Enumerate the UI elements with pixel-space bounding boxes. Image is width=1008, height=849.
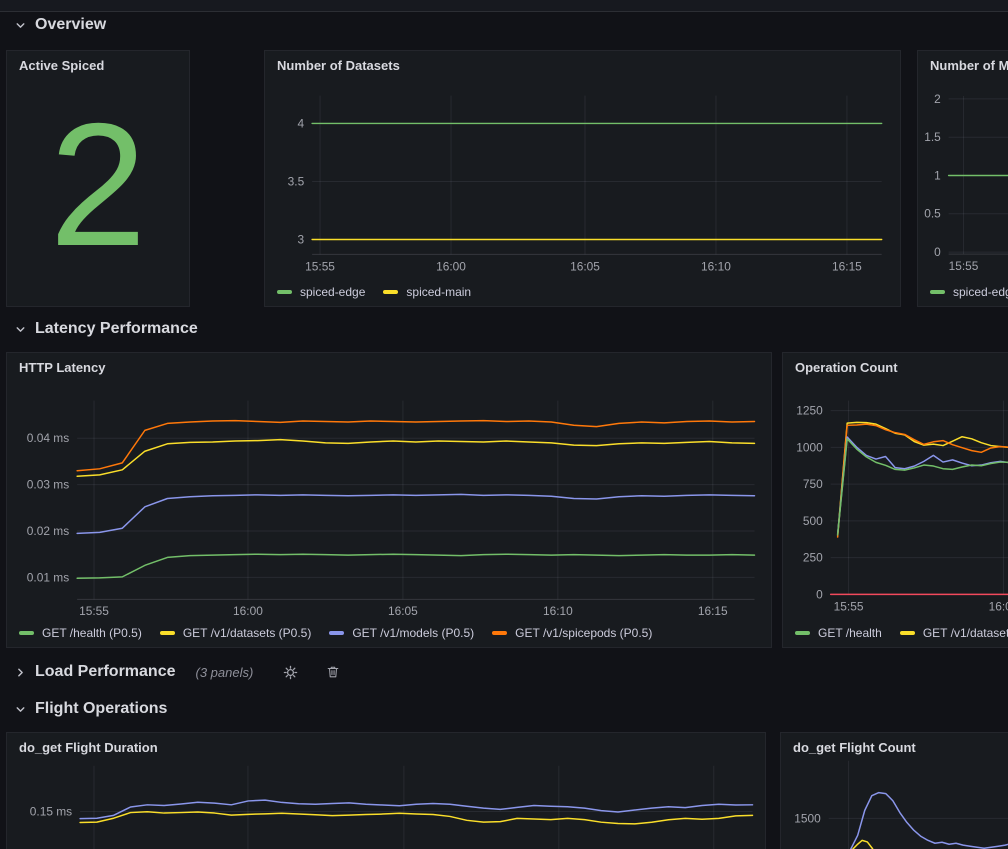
svg-text:0.03 ms: 0.03 ms xyxy=(27,478,69,492)
panel-active-spiced: Active Spiced 2 xyxy=(6,50,190,307)
svg-text:16:00: 16:00 xyxy=(233,604,263,618)
svg-text:0: 0 xyxy=(934,245,941,259)
legend-item[interactable]: spiced-edge xyxy=(930,285,1008,299)
panel-title[interactable]: Number of Models xyxy=(930,58,1008,73)
legend-item[interactable]: spiced-main xyxy=(383,285,471,299)
series-color-swatch xyxy=(329,631,344,635)
gear-icon[interactable] xyxy=(283,665,298,680)
legend-item[interactable]: spiced-edge xyxy=(277,285,365,299)
svg-text:0.5: 0.5 xyxy=(924,207,941,221)
panel-operation-count: Operation Count 12501000750500250015:551… xyxy=(782,352,1008,648)
stat-value: 2 xyxy=(7,65,189,306)
svg-text:0: 0 xyxy=(816,587,823,601)
svg-text:0.01 ms: 0.01 ms xyxy=(27,570,69,584)
panel-title[interactable]: Active Spiced xyxy=(19,58,104,73)
panel-do-get-flight-duration: do_get Flight Duration 0.15 ms xyxy=(6,732,766,849)
svg-text:16:10: 16:10 xyxy=(543,604,573,618)
legend: GET /health GET /v1/datasets xyxy=(795,626,1008,640)
series-color-swatch xyxy=(492,631,507,635)
svg-text:1.5: 1.5 xyxy=(924,130,941,144)
section-label: Load Performance xyxy=(35,663,175,681)
svg-text:3: 3 xyxy=(298,232,305,246)
http-latency-chart[interactable]: 0.04 ms 0.03 ms 0.02 ms 0.01 ms 15:55 16:00 16… xyxy=(7,353,771,647)
chevron-down-icon xyxy=(14,19,27,32)
svg-text:3.5: 3.5 xyxy=(288,174,305,188)
section-label: Latency Performance xyxy=(35,320,198,338)
svg-text:1: 1 xyxy=(934,168,941,182)
grafana-dashboard: Overview Active Spiced 2 Number of Datas… xyxy=(0,0,1008,849)
number-of-models-chart[interactable]: 2 1.5 1 0.5 0 15:55 xyxy=(918,51,1008,306)
panel-title[interactable]: Operation Count xyxy=(795,360,898,375)
svg-text:2: 2 xyxy=(934,92,941,106)
svg-text:500: 500 xyxy=(803,514,823,528)
svg-text:15:55: 15:55 xyxy=(834,599,864,613)
svg-text:16:10: 16:10 xyxy=(701,259,731,273)
operation-count-chart[interactable]: 1250 1000 750 500 250 0 15:55 16:00 xyxy=(783,353,1008,647)
series-color-swatch xyxy=(900,631,915,635)
section-overview[interactable]: Overview xyxy=(14,16,106,34)
svg-text:15:55: 15:55 xyxy=(79,604,109,618)
svg-text:1500: 1500 xyxy=(794,811,821,825)
section-label: Flight Operations xyxy=(35,700,167,718)
panel-title[interactable]: HTTP Latency xyxy=(19,360,105,375)
svg-text:0.15 ms: 0.15 ms xyxy=(30,804,72,818)
svg-text:16:05: 16:05 xyxy=(570,259,600,273)
series-color-swatch xyxy=(19,631,34,635)
section-latency-performance[interactable]: Latency Performance xyxy=(14,320,198,338)
legend-item[interactable]: GET /v1/spicepods (P0.5) xyxy=(492,626,652,640)
section-load-performance[interactable]: Load Performance (3 panels) xyxy=(14,663,340,681)
svg-text:16:15: 16:15 xyxy=(832,259,862,273)
svg-text:1250: 1250 xyxy=(796,404,823,418)
legend-item[interactable]: GET /v1/datasets (P0.5) xyxy=(160,626,312,640)
chevron-right-icon xyxy=(14,666,27,679)
legend-item[interactable]: GET /v1/models (P0.5) xyxy=(329,626,474,640)
panel-do-get-flight-count: do_get Flight Count 1500 xyxy=(780,732,1008,849)
legend-item[interactable]: GET /v1/datasets xyxy=(900,626,1008,640)
panel-title[interactable]: do_get Flight Duration xyxy=(19,740,158,755)
legend: GET /health (P0.5) GET /v1/datasets (P0.5… xyxy=(19,626,652,640)
svg-text:4: 4 xyxy=(298,116,305,130)
chevron-down-icon xyxy=(14,703,27,716)
legend-item[interactable]: GET /health (P0.5) xyxy=(19,626,142,640)
svg-text:16:00: 16:00 xyxy=(989,599,1008,613)
svg-text:750: 750 xyxy=(803,477,823,491)
svg-text:1000: 1000 xyxy=(796,440,823,454)
svg-text:0.04 ms: 0.04 ms xyxy=(27,431,69,445)
chevron-down-icon xyxy=(14,323,27,336)
top-toolbar-edge xyxy=(0,0,1008,12)
panel-http-latency: HTTP Latency 0.04 ms 0.03 ms 0.02 ms 0.01 m… xyxy=(6,352,772,648)
legend: spiced-edge spiced-main xyxy=(277,285,471,299)
svg-text:16:05: 16:05 xyxy=(388,604,418,618)
panel-number-of-datasets: Number of Datasets 4 3.5 315:55 16:00 16:05 1… xyxy=(264,50,901,307)
series-color-swatch xyxy=(383,290,398,294)
series-color-swatch xyxy=(930,290,945,294)
number-of-datasets-chart[interactable]: 4 3.5 315:55 16:00 16:05 16:10 16:15 xyxy=(265,51,900,306)
svg-text:15:55: 15:55 xyxy=(305,259,335,273)
svg-text:0.02 ms: 0.02 ms xyxy=(27,524,69,538)
svg-text:250: 250 xyxy=(803,551,823,565)
legend: spiced-edge xyxy=(930,285,1008,299)
section-label: Overview xyxy=(35,16,106,34)
panels-count-label: (3 panels) xyxy=(195,665,253,680)
svg-text:16:15: 16:15 xyxy=(698,604,728,618)
panel-title[interactable]: do_get Flight Count xyxy=(793,740,916,755)
series-color-swatch xyxy=(277,290,292,294)
trash-icon[interactable] xyxy=(326,665,340,679)
series-color-swatch xyxy=(160,631,175,635)
svg-text:15:55: 15:55 xyxy=(949,259,979,273)
svg-text:16:00: 16:00 xyxy=(436,259,466,273)
legend-item[interactable]: GET /health xyxy=(795,626,882,640)
section-flight-operations[interactable]: Flight Operations xyxy=(14,700,167,718)
panel-title[interactable]: Number of Datasets xyxy=(277,58,400,73)
panel-number-of-models: Number of Models 2 1.5 1 0.5 0 15:55 spiced-e… xyxy=(917,50,1008,307)
series-color-swatch xyxy=(795,631,810,635)
